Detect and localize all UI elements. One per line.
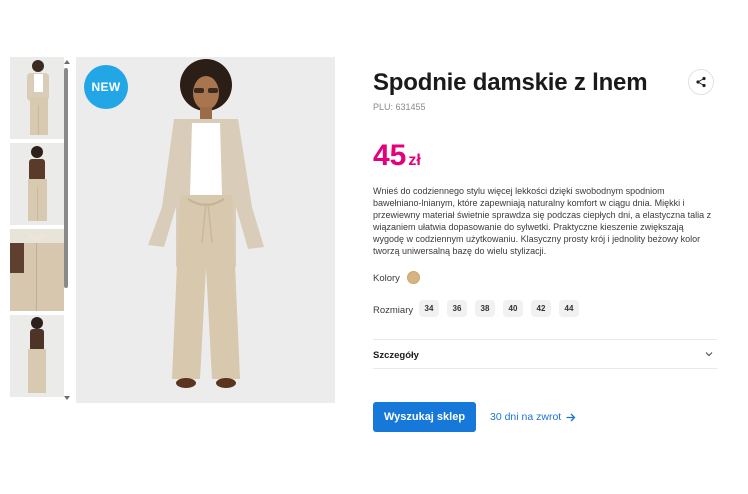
price-currency: zł — [408, 152, 421, 169]
size-option[interactable]: 42 — [531, 300, 551, 317]
thumbnail-4[interactable] — [10, 315, 64, 397]
thumbnail-4-image — [10, 315, 64, 397]
scroll-up-arrow-icon[interactable] — [64, 60, 70, 64]
color-swatch-beige[interactable] — [407, 271, 420, 284]
product-price: 45 zł — [373, 139, 421, 173]
product-plu: PLU: 631455 — [373, 102, 426, 112]
product-title: Spodnie damskie z lnem — [373, 69, 648, 96]
scroll-down-arrow-icon[interactable] — [64, 396, 70, 400]
scroll-thumb[interactable] — [64, 68, 68, 288]
thumbnail-2-image — [10, 143, 64, 225]
size-options: 34 36 38 40 42 44 — [419, 300, 579, 317]
size-option[interactable]: 34 — [419, 300, 439, 317]
price-amount: 45 — [373, 139, 407, 172]
details-label: Szczegóły — [373, 350, 419, 361]
size-option[interactable]: 40 — [503, 300, 523, 317]
product-description: Wnieś do codziennego stylu więcej lekkoś… — [373, 186, 712, 256]
colors-label: Kolory — [373, 273, 400, 284]
arrow-right-icon — [566, 413, 576, 421]
returns-link-label: 30 dni na zwrot — [490, 411, 562, 423]
thumbnail-2[interactable] — [10, 143, 64, 225]
sizes-label: Rozmiary — [373, 305, 414, 316]
size-option[interactable]: 38 — [475, 300, 495, 317]
thumbnail-scrollbar[interactable] — [62, 60, 70, 400]
main-product-image[interactable] — [76, 57, 335, 403]
thumbnail-gallery — [10, 57, 64, 403]
details-accordion[interactable]: Szczegóły — [373, 339, 717, 369]
chevron-down-icon — [705, 352, 713, 357]
thumbnail-3-image — [10, 229, 64, 311]
thumbnail-1-image — [10, 57, 64, 139]
thumbnail-3[interactable] — [10, 229, 64, 311]
size-option[interactable]: 36 — [447, 300, 467, 317]
share-icon — [696, 76, 706, 88]
find-store-button[interactable]: Wyszukaj sklep — [373, 402, 476, 432]
size-option[interactable]: 44 — [559, 300, 579, 317]
model-photo — [76, 57, 335, 403]
share-button[interactable] — [688, 69, 714, 95]
new-badge: NEW — [84, 65, 128, 109]
returns-link[interactable]: 30 dni na zwrot — [490, 411, 576, 423]
thumbnail-1[interactable] — [10, 57, 64, 139]
